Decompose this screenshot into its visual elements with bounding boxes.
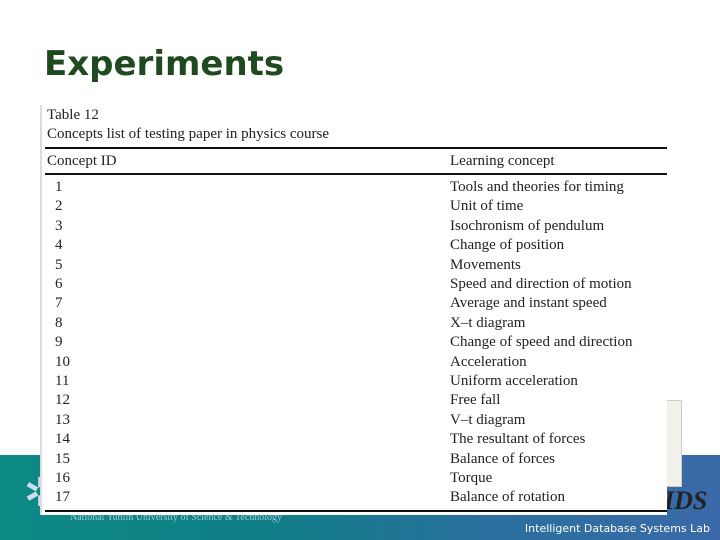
table-header: Concept ID Learning concept (47, 153, 662, 172)
concept-id: 9 (55, 334, 63, 351)
learning-concept: Torque (450, 470, 493, 486)
table-row: 4 Change of position (47, 237, 662, 256)
concept-id: 4 (55, 237, 63, 254)
learning-concept: Balance of forces (450, 450, 555, 467)
concept-id: 7 (55, 295, 63, 312)
learning-concept: Unit of time (450, 198, 524, 215)
concept-id: 6 (55, 276, 63, 292)
concept-id: 11 (55, 373, 70, 389)
table-row: 1 Tools and theories for timing (47, 179, 662, 198)
concept-id: 5 (55, 256, 63, 273)
concept-id: 3 (55, 217, 63, 234)
concepts-table: Table 12 Concepts list of testing paper … (40, 105, 667, 515)
learning-concept: Movements (450, 256, 521, 273)
learning-concept: Change of speed and direction (450, 334, 633, 351)
table-row: 11 Uniform acceleration (47, 373, 662, 392)
divider (45, 510, 667, 512)
lab-name: Intelligent Database Systems Lab (524, 522, 710, 535)
concept-id: 12 (55, 392, 70, 409)
learning-concept: V–t diagram (450, 411, 526, 428)
table-row: 3 Isochronism of pendulum (47, 218, 662, 237)
concept-id: 2 (55, 198, 63, 215)
page-title: Experiments (44, 44, 285, 84)
concept-id: 16 (55, 470, 70, 486)
learning-concept: Balance of rotation (450, 489, 565, 506)
table-row: 5 Movements (47, 257, 662, 276)
concept-id: 15 (55, 450, 70, 467)
concept-id: 13 (55, 411, 70, 428)
learning-concept: Isochronism of pendulum (450, 217, 605, 234)
table-row: 13 V–t diagram (47, 412, 662, 431)
table-row: 10 Acceleration (47, 354, 662, 373)
header-concept-id: Concept ID (47, 153, 117, 169)
learning-concept: Free fall (450, 392, 501, 409)
learning-concept: Speed and direction of motion (450, 276, 632, 292)
ids-logo: IDS (664, 486, 708, 515)
table-row: 9 Change of speed and direction (47, 334, 662, 353)
concept-id: 17 (55, 489, 70, 506)
table-row: 6 Speed and direction of motion (47, 276, 662, 295)
divider (45, 147, 667, 149)
divider (45, 173, 667, 175)
learning-concept: X–t diagram (450, 314, 526, 331)
concept-id: 10 (55, 353, 70, 370)
table-row: 12 Free fall (47, 392, 662, 411)
table-caption: Concepts list of testing paper in physic… (47, 126, 330, 142)
learning-concept: Tools and theories for timing (450, 179, 624, 195)
table-row: 17 Balance of rotation (47, 489, 662, 508)
header-learning-concept: Learning concept (450, 153, 555, 169)
table-row: 7 Average and instant speed (47, 295, 662, 314)
learning-concept: Acceleration (450, 353, 527, 370)
table-label: Table 12 (47, 107, 99, 123)
learning-concept: Average and instant speed (450, 295, 607, 312)
concept-id: 1 (55, 179, 63, 195)
learning-concept: The resultant of forces (450, 431, 586, 448)
learning-concept: Uniform acceleration (450, 373, 578, 389)
table-row: 8 X–t diagram (47, 315, 662, 334)
concept-id: 14 (55, 431, 70, 448)
concept-id: 8 (55, 314, 63, 331)
table-row: 15 Balance of forces (47, 451, 662, 470)
learning-concept: Change of position (450, 237, 565, 254)
table-row: 14 The resultant of forces (47, 431, 662, 450)
table-row: 2 Unit of time (47, 198, 662, 217)
table-row: 16 Torque (47, 470, 662, 489)
